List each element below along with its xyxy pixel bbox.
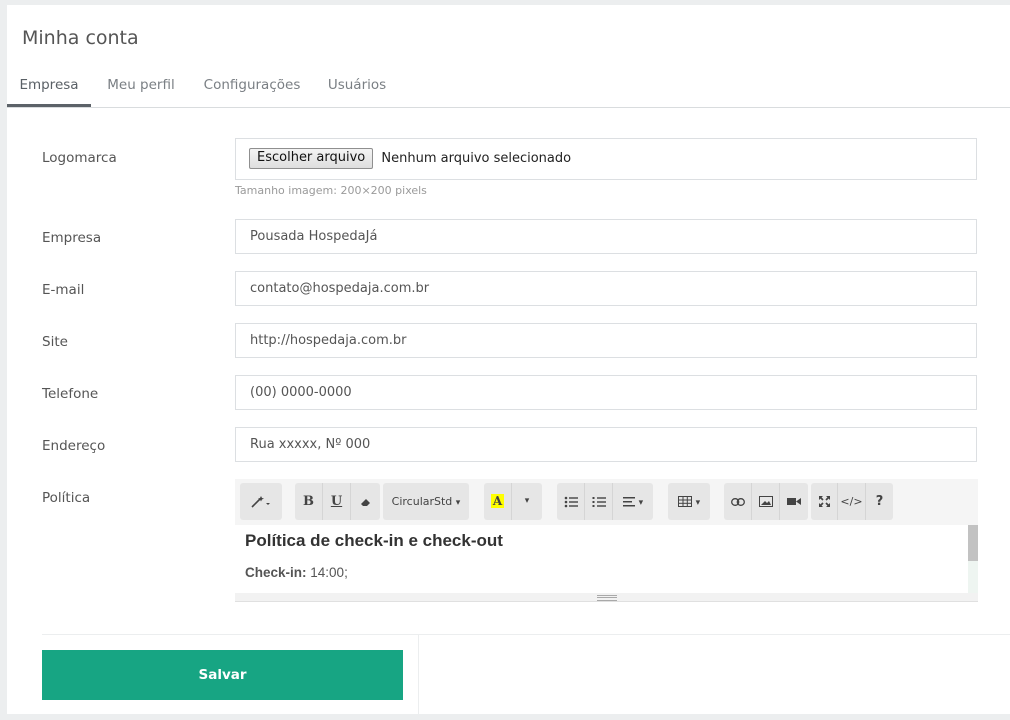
align-icon [622,496,635,506]
logo-label: Logomarca [42,150,117,166]
insert-group [724,483,808,520]
resize-grip-icon [597,595,617,601]
editor-resize-bar[interactable] [235,593,978,602]
chevron-down-icon: ▾ [638,498,644,508]
table-group: ▾ [668,483,710,520]
help-button[interactable]: ? [866,483,893,520]
editor-toolbar: B U CircularStd ▾ A ▾ ▾ ▾ </> ? [235,479,978,525]
email-input[interactable]: contato@hospedaja.com.br [235,271,977,306]
tab-meu-perfil[interactable]: Meu perfil [101,65,181,105]
content-line-label: Check-in: [245,565,307,580]
color-group: A ▾ [484,483,542,520]
endereco-label: Endereço [42,438,106,454]
link-icon [730,497,745,506]
account-card: Minha conta Empresa Meu perfil Configura… [7,5,1010,714]
fullscreen-icon [818,496,830,507]
site-input[interactable]: http://hospedaja.com.br [235,323,977,358]
ordered-list-icon [592,496,606,507]
eraser-icon [360,498,370,506]
footer-divider [42,634,1010,635]
tab-bar: Empresa Meu perfil Configurações Usuário… [7,65,1010,108]
paragraph-group: ▾ [557,483,653,520]
table-icon [677,496,692,507]
highlight-a-icon: A [490,494,505,508]
content-line: Check-in: 14:00; [245,565,968,580]
unordered-list-button[interactable] [557,483,585,520]
site-label: Site [42,334,68,350]
clear-format-button[interactable] [351,483,380,520]
font-style-group: B U [295,483,380,520]
align-dropdown-button[interactable]: ▾ [613,483,653,520]
empresa-input[interactable]: Pousada HospedaJá [235,219,977,254]
font-name-group: CircularStd ▾ [383,483,469,520]
editor-scrollbar[interactable] [968,525,978,593]
font-name-dropdown[interactable]: CircularStd ▾ [383,483,469,520]
telefone-label: Telefone [42,386,99,402]
save-button[interactable]: Salvar [42,650,403,700]
table-button[interactable]: ▾ [668,483,710,520]
content-heading: Política de check-in e check-out [245,531,503,550]
tab-usuarios[interactable]: Usuários [323,65,391,105]
footer-vertical-divider [418,635,419,714]
code-view-button[interactable]: </> [838,483,866,520]
font-name-value: CircularStd [391,495,453,508]
link-button[interactable] [724,483,752,520]
bold-button[interactable]: B [295,483,323,520]
endereco-input[interactable]: Rua xxxxx, Nº 000 [235,427,977,462]
ordered-list-button[interactable] [585,483,613,520]
file-status: Nenhum arquivo selecionado [381,151,572,166]
editor-content[interactable]: Política de check-in e check-out Check-i… [235,525,968,593]
page-title: Minha conta [22,27,139,49]
chevron-down-icon: ▾ [695,498,701,508]
choose-file-button[interactable]: Escolher arquivo [249,147,374,169]
politica-label: Política [42,490,91,506]
style-button[interactable] [240,483,282,520]
tab-configuracoes[interactable]: Configurações [197,65,307,105]
image-size-hint: Tamanho imagem: 200×200 pixels [235,184,427,197]
empresa-label: Empresa [42,230,102,246]
fullscreen-button[interactable] [811,483,838,520]
style-group [240,483,282,520]
misc-group: </> ? [811,483,893,520]
text-color-button[interactable]: A [484,483,512,520]
unordered-list-icon [564,496,578,507]
email-label: E-mail [42,282,85,298]
underline-button[interactable]: U [323,483,351,520]
logo-file-field: Escolher arquivo Nenhum arquivo selecion… [235,138,977,180]
tab-empresa[interactable]: Empresa [7,65,91,107]
politica-rich-text-editor: B U CircularStd ▾ A ▾ ▾ ▾ </> ? Política… [235,479,978,602]
picture-icon [758,496,773,507]
video-button[interactable] [780,483,808,520]
picture-button[interactable] [752,483,780,520]
magic-wand-icon [251,495,270,508]
scrollbar-thumb[interactable] [968,525,978,561]
telefone-input[interactable]: (00) 0000-0000 [235,375,977,410]
video-icon [787,498,801,505]
chevron-down-icon: ▾ [455,498,461,508]
content-line-value: 14:00; [310,565,348,580]
color-dropdown-button[interactable]: ▾ [512,483,542,520]
